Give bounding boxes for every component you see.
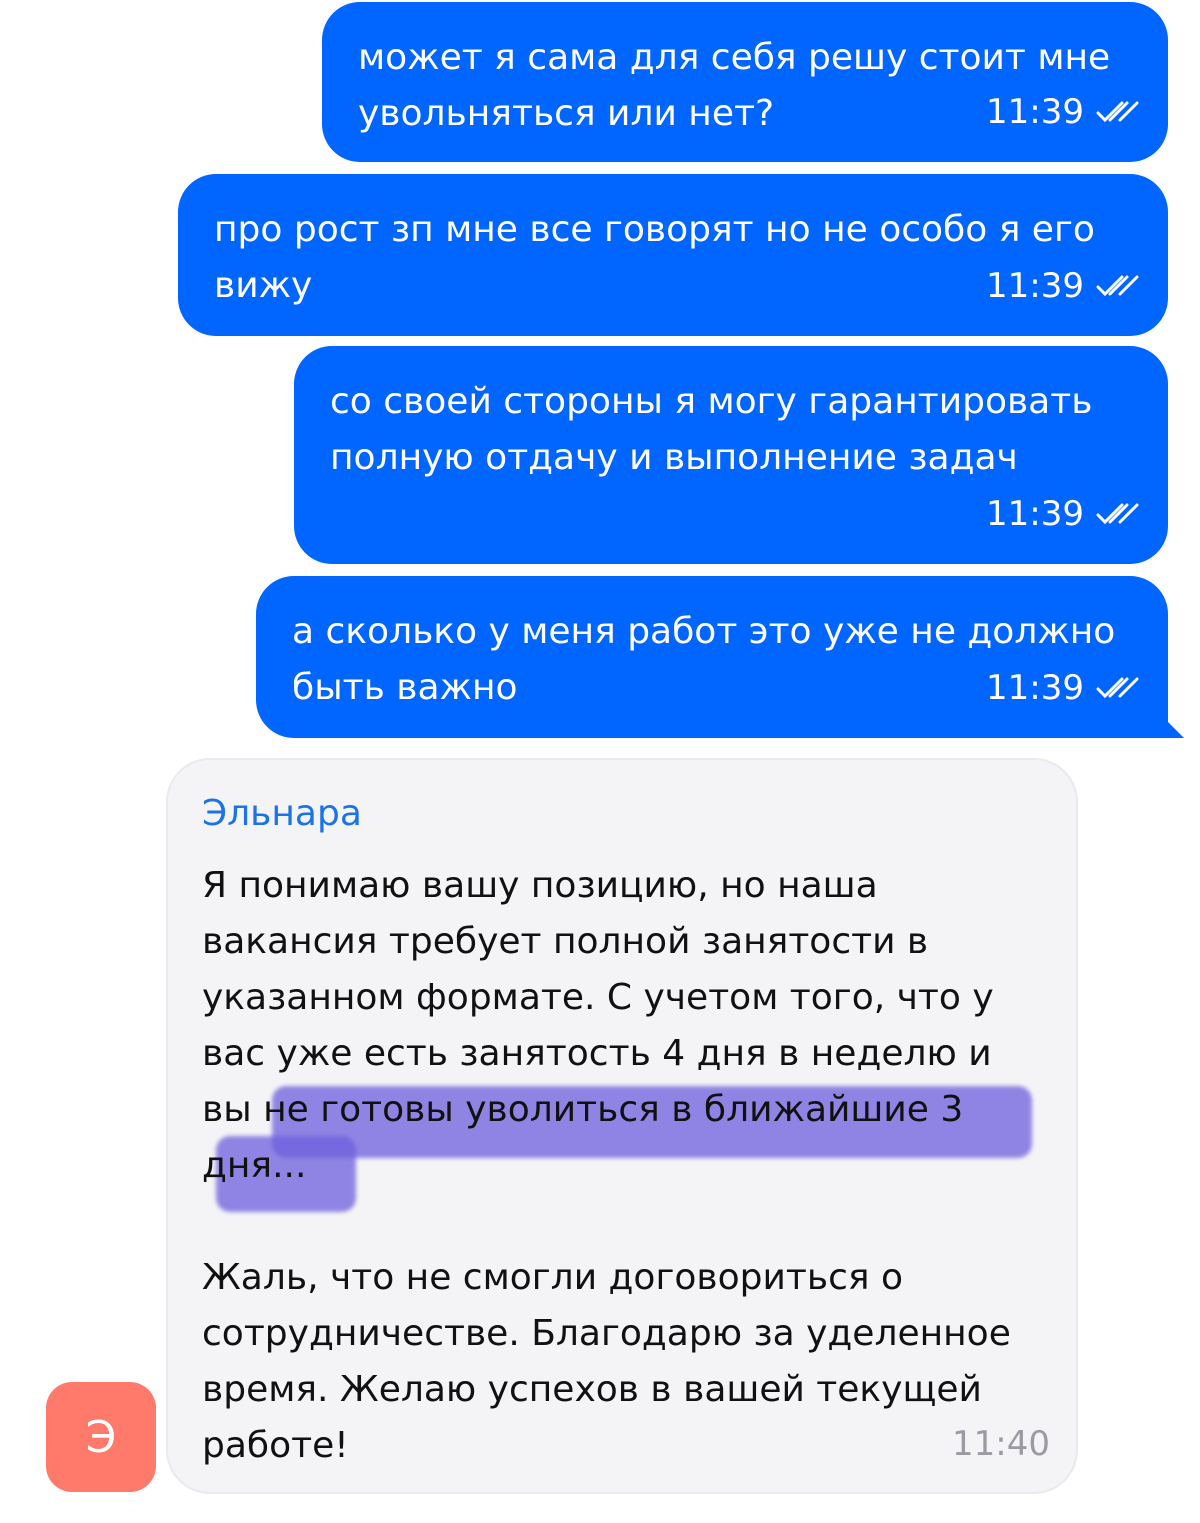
avatar-letter: Э [85, 1411, 117, 1463]
message-meta: 11:39 [986, 494, 1140, 534]
message-paragraph: Жаль, что не смогли договориться о сотру… [202, 1250, 1046, 1474]
message-time: 11:39 [986, 266, 1084, 306]
double-check-icon [1096, 101, 1139, 123]
message-time: 11:39 [986, 494, 1084, 534]
outgoing-message[interactable]: может я сама для себя решу стоит мне уво… [322, 2, 1168, 162]
message-time: 11:40 [952, 1424, 1050, 1464]
message-text: со своей стороны я могу гарантировать по… [330, 381, 1104, 478]
message-text: Жаль, что не смогли договориться о сотру… [202, 1257, 1011, 1466]
double-check-icon [1096, 503, 1139, 525]
sender-name[interactable]: Эльнара [202, 788, 1046, 840]
double-check-icon [1096, 275, 1139, 297]
chat-view: может я сама для себя решу стоит мне уво… [0, 0, 1200, 1523]
outgoing-message[interactable]: а сколько у меня работ это уже не должно… [256, 576, 1184, 738]
outgoing-message[interactable]: про рост зп мне все говорят но не особо … [178, 174, 1168, 336]
double-check-icon [1096, 677, 1139, 699]
message-time: 11:39 [986, 92, 1084, 132]
message-meta: 11:39 [986, 668, 1140, 708]
outgoing-message[interactable]: со своей стороны я могу гарантировать по… [294, 346, 1168, 564]
avatar[interactable]: Э [46, 1382, 156, 1492]
message-paragraph: Я понимаю вашу позицию, но наша вакансия… [202, 858, 1046, 1212]
message-time: 11:39 [986, 668, 1084, 708]
bubble-tail [1154, 708, 1184, 738]
message-meta: 11:39 [986, 266, 1140, 306]
incoming-message[interactable]: Эльнара Я понимаю вашу позицию, но наша … [166, 758, 1078, 1494]
message-meta: 11:39 [986, 92, 1140, 132]
